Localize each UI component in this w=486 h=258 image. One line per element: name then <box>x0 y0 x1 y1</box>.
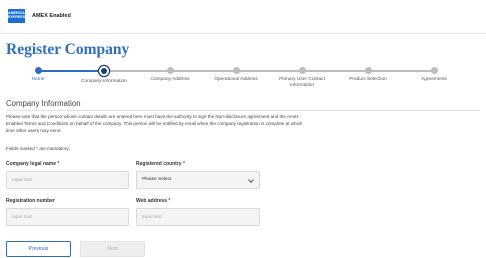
mandatory-note: Fields marked * are mandatory. <box>6 146 70 151</box>
step-product-selection: Product Selection <box>333 64 403 83</box>
section-title: Company Information <box>6 99 81 108</box>
step-label: Home <box>31 77 45 82</box>
registration-number-label: Registration number <box>6 198 55 204</box>
step-label: Product Selection <box>349 77 387 82</box>
step-dot <box>99 65 109 76</box>
page-title: Register Company <box>6 41 130 58</box>
previous-button[interactable]: Previous <box>6 241 71 257</box>
legal-name-input[interactable] <box>6 171 129 189</box>
step-label: Company Address <box>150 77 190 82</box>
step-primary-user-contact-information: Primary User Contact Information <box>267 64 337 89</box>
authority-notice: Please note that the person whose contac… <box>6 114 303 133</box>
step-label: Agreements <box>421 77 447 82</box>
step-operational-address: Operational Address <box>201 64 271 83</box>
step-dot <box>430 67 438 74</box>
registered-country-value: Please Select <box>142 177 172 182</box>
registered-country-label: Registered country * <box>136 161 185 167</box>
step-label: Company Information <box>81 78 127 84</box>
web-address-label: Web address * <box>136 198 171 204</box>
brand-name: AMEX Enabled <box>32 13 71 19</box>
step-home[interactable]: Home <box>3 64 73 83</box>
step-label: Primary User Contact Information <box>279 77 325 88</box>
step-dot <box>232 67 240 74</box>
next-button[interactable]: Next <box>80 241 145 257</box>
step-dot <box>364 67 372 74</box>
step-label: Operational Address <box>214 77 258 82</box>
progress-stepper: Home Company Information Company Address Op… <box>0 64 486 94</box>
web-address-input[interactable] <box>136 208 260 226</box>
registration-number-input[interactable] <box>6 208 129 226</box>
step-dot <box>298 67 306 74</box>
legal-name-label: Company legal name * <box>6 161 60 167</box>
step-dot <box>34 67 42 74</box>
step-company-address: Company Address <box>135 64 205 83</box>
step-agreements: Agreements <box>399 64 469 83</box>
top-bar: AMERICAN EXPRESS AMEX Enabled <box>0 0 486 34</box>
step-company-information: Company Information <box>69 64 139 85</box>
step-dot <box>166 67 174 74</box>
chevron-down-icon <box>248 177 254 183</box>
section-divider <box>6 110 480 111</box>
registered-country-select[interactable]: Please Select <box>136 171 260 189</box>
amex-logo[interactable]: AMERICAN EXPRESS <box>8 9 27 23</box>
